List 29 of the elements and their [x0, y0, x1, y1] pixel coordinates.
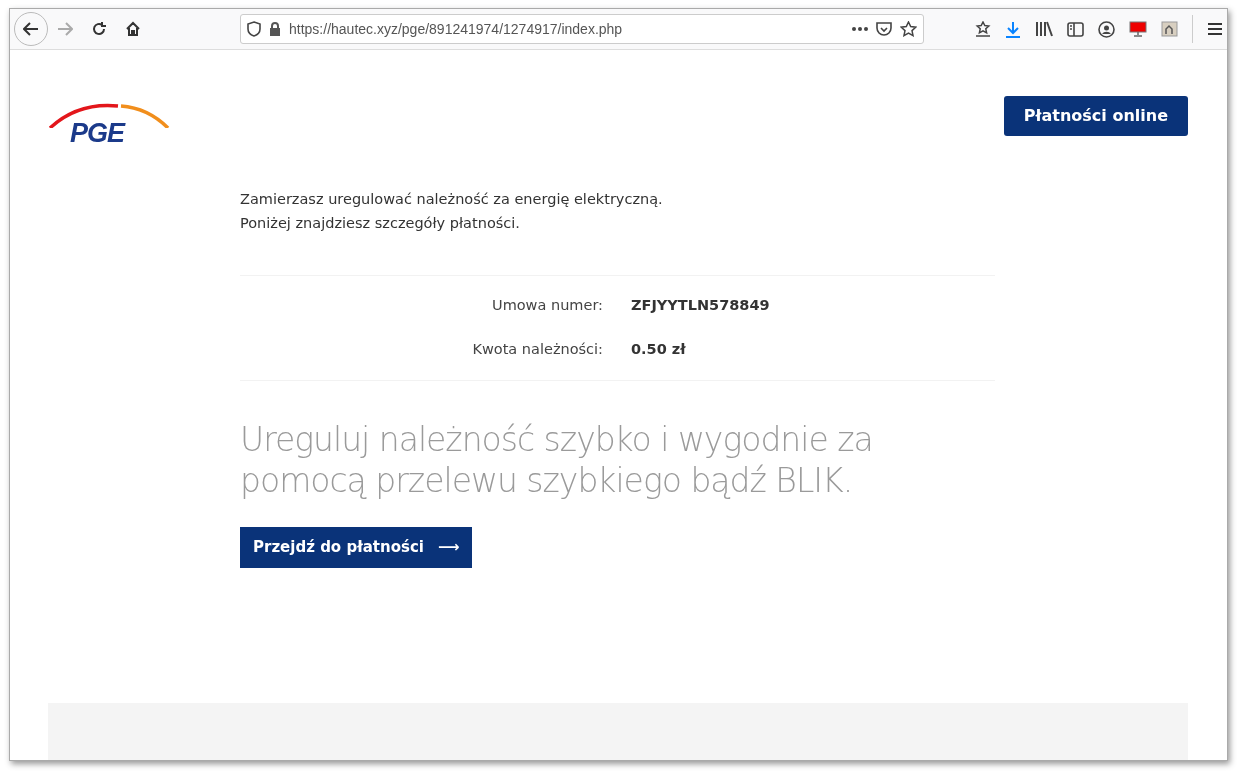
lock-icon: [269, 22, 281, 36]
back-arrow-icon: [23, 22, 39, 36]
star-tray-icon[interactable]: [975, 21, 991, 37]
online-payments-button[interactable]: Płatności online: [1003, 96, 1188, 136]
sidebar-icon[interactable]: [1067, 21, 1084, 37]
detail-label: Umowa numer:: [491, 296, 603, 316]
library-icon[interactable]: [1035, 21, 1053, 37]
reload-icon: [91, 21, 107, 37]
more-icon[interactable]: [852, 27, 868, 31]
home-icon: [125, 21, 141, 37]
detail-value: 0.50 zł: [631, 340, 686, 360]
detail-value: ZFJYYTLN578849: [631, 296, 770, 316]
star-icon[interactable]: [900, 21, 917, 37]
headline: Ureguluj należność szybko i wygodnie za pomocą przelewu szybkiego bądź BLIK.: [240, 419, 874, 501]
menu-icon[interactable]: [1207, 22, 1223, 36]
pocket-icon[interactable]: [876, 21, 892, 37]
intro-text: Zamierzasz uregulować należność za energię elektryczną.: [240, 190, 664, 209]
forward-arrow-icon: [57, 22, 73, 36]
monitor-icon[interactable]: [1129, 21, 1147, 37]
intro-text: Poniżej znajdziesz szczegóły płatności.: [240, 214, 521, 233]
address-bar[interactable]: https://hautec.xyz/pge/891241974/1274917/index.php: [240, 14, 924, 44]
extension-icon[interactable]: [1161, 21, 1178, 37]
url-text: https://hautec.xyz/pge/891241974/1274917/index.php: [289, 19, 624, 39]
logo: PGE: [48, 96, 170, 147]
go-to-payment-button[interactable]: Przejdź do płatności ⟶: [240, 527, 473, 568]
shield-icon: [247, 21, 261, 37]
detail-label: Kwota należności:: [471, 340, 603, 360]
download-icon[interactable]: [1005, 20, 1021, 38]
account-icon[interactable]: [1098, 20, 1115, 38]
